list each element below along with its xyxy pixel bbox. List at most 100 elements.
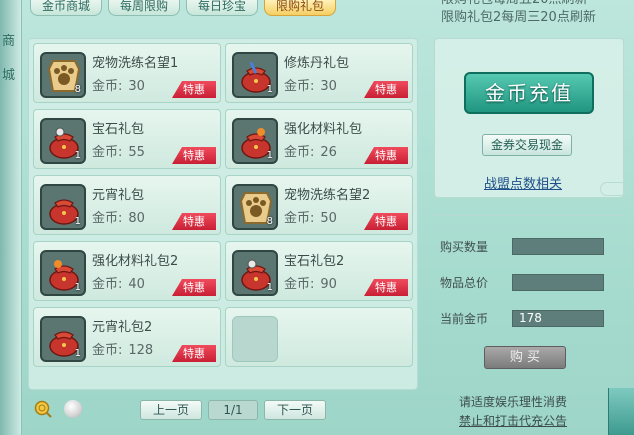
item-icon: 8 xyxy=(232,184,278,230)
side-char-2: 城 xyxy=(2,68,16,83)
item-card[interactable]: 8 宠物洗练名望1 金币: 30 特惠 xyxy=(33,43,221,103)
item-price: 金币: 128 xyxy=(92,339,153,358)
item-card[interactable]: 1 修炼丹礼包 金币: 30 特惠 xyxy=(225,43,413,103)
item-price: 金币: 90 xyxy=(284,273,337,292)
item-count: 1 xyxy=(266,84,273,95)
buy-quantity-field[interactable] xyxy=(512,238,604,255)
item-name: 宠物洗练名望1 xyxy=(92,56,179,71)
notice-line-2: 限购礼包2每周三20点刷新 xyxy=(441,10,596,25)
discount-tag: 特惠 xyxy=(172,345,216,362)
item-name: 宝石礼包2 xyxy=(284,254,345,269)
discount-tag: 特惠 xyxy=(364,147,408,164)
item-icon: 1 xyxy=(40,250,86,296)
corner-decoration xyxy=(608,388,634,435)
item-price: 金币: 30 xyxy=(92,75,145,94)
shop-tabs: 金币商城 每周限购 每日珍宝 限购礼包 xyxy=(30,0,336,16)
item-name: 修炼丹礼包 xyxy=(284,56,350,71)
refresh-notice: 限购礼包每周五20点刷新 限购礼包2每周三20点刷新 xyxy=(441,0,631,27)
tab-limited-packs[interactable]: 限购礼包 xyxy=(264,0,336,16)
alliance-points-link[interactable]: 战盟点数相关 xyxy=(484,173,562,192)
item-card[interactable]: 8 宠物洗练名望2 金币: 50 特惠 xyxy=(225,175,413,235)
item-count: 1 xyxy=(266,150,273,161)
item-price: 金币: 26 xyxy=(284,141,337,160)
total-price-label: 物品总价 xyxy=(440,276,489,290)
item-icon: 1 xyxy=(40,316,86,362)
price-label: 金币: xyxy=(284,211,315,226)
left-side-strip: 商 城 xyxy=(0,0,22,435)
item-icon: 1 xyxy=(40,184,86,230)
divider xyxy=(434,215,624,216)
item-card[interactable]: 1 宝石礼包2 金币: 90 特惠 xyxy=(225,241,413,301)
buy-button[interactable]: 购 买 xyxy=(484,346,566,369)
discount-tag: 特惠 xyxy=(172,213,216,230)
item-card[interactable]: 1 元宵礼包 金币: 80 特惠 xyxy=(33,175,221,235)
price-label: 金币: xyxy=(92,211,123,226)
coin-search-icon[interactable] xyxy=(34,400,52,418)
item-card[interactable]: 1 强化材料礼包2 金币: 40 特惠 xyxy=(33,241,221,301)
side-char-1: 商 xyxy=(2,34,16,49)
item-price: 金币: 50 xyxy=(284,207,337,226)
item-name: 元宵礼包 xyxy=(92,188,145,203)
item-price: 金币: 40 xyxy=(92,273,145,292)
tab-gold-mall[interactable]: 金币商城 xyxy=(30,0,102,16)
item-name: 元宵礼包2 xyxy=(92,320,153,335)
item-card[interactable]: 1 宝石礼包 金币: 55 特惠 xyxy=(33,109,221,169)
current-gold-field: 178 xyxy=(512,310,604,327)
empty-item-slot xyxy=(225,307,413,367)
price-value: 90 xyxy=(320,277,337,292)
pagination: 上一页 1/1 下一页 xyxy=(140,400,326,420)
price-value: 30 xyxy=(128,79,145,94)
total-price-field xyxy=(512,274,604,291)
price-value: 26 xyxy=(320,145,337,160)
price-value: 55 xyxy=(128,145,145,160)
notice-line-1: 限购礼包每周五20点刷新 xyxy=(441,0,631,9)
item-name: 宠物洗练名望2 xyxy=(284,188,371,203)
discount-tag: 特惠 xyxy=(364,81,408,98)
voucher-trade-button[interactable]: 金券交易现金 xyxy=(482,134,572,156)
discount-tag: 特惠 xyxy=(172,81,216,98)
item-grid: 8 宠物洗练名望1 金币: 30 特惠 1 修炼丹礼包 金币: 30 特惠 1 … xyxy=(28,38,418,390)
price-label: 金币: xyxy=(284,145,315,160)
tab-daily-treasure[interactable]: 每日珍宝 xyxy=(186,0,258,16)
price-value: 30 xyxy=(320,79,337,94)
item-count: 1 xyxy=(74,282,81,293)
item-icon: 8 xyxy=(40,52,86,98)
item-count: 1 xyxy=(266,282,273,293)
price-label: 金币: xyxy=(92,79,123,94)
recharge-button[interactable]: 金币充值 xyxy=(464,72,594,114)
item-count: 1 xyxy=(74,216,81,227)
tab-weekly-limit[interactable]: 每周限购 xyxy=(108,0,180,16)
item-icon: 1 xyxy=(232,118,278,164)
item-count: 1 xyxy=(74,348,81,359)
price-value: 128 xyxy=(128,343,154,358)
item-name: 强化材料礼包 xyxy=(284,122,363,137)
footer-notice: 请适度娱乐理性消费 禁止和打击代充公告 xyxy=(459,393,567,431)
item-price: 金币: 30 xyxy=(284,75,337,94)
price-label: 金币: xyxy=(92,343,123,358)
price-label: 金币: xyxy=(284,277,315,292)
item-name: 强化材料礼包2 xyxy=(92,254,179,269)
item-count: 1 xyxy=(74,150,81,161)
price-label: 金币: xyxy=(92,277,123,292)
prev-page-button[interactable]: 上一页 xyxy=(140,400,202,420)
item-icon: 1 xyxy=(232,52,278,98)
price-value: 80 xyxy=(128,211,145,226)
pearl-icon[interactable] xyxy=(64,400,82,418)
next-page-button[interactable]: 下一页 xyxy=(264,400,326,420)
item-card[interactable]: 1 强化材料礼包 金币: 26 特惠 xyxy=(225,109,413,169)
item-count: 8 xyxy=(266,216,273,227)
current-gold-label: 当前金币 xyxy=(440,312,489,326)
footer-line-1: 请适度娱乐理性消费 xyxy=(459,395,568,409)
anti-recharge-announcement-link[interactable]: 禁止和打击代充公告 xyxy=(459,412,567,431)
item-name: 宝石礼包 xyxy=(92,122,145,137)
item-card[interactable]: 1 元宵礼包2 金币: 128 特惠 xyxy=(33,307,221,367)
empty-icon-box xyxy=(232,316,278,362)
shop-window: 商 城 金币商城 每周限购 每日珍宝 限购礼包 限购礼包每周五20点刷新 限购礼… xyxy=(0,0,634,435)
item-count: 8 xyxy=(74,84,81,95)
discount-tag: 特惠 xyxy=(364,279,408,296)
discount-tag: 特惠 xyxy=(172,147,216,164)
price-value: 50 xyxy=(320,211,337,226)
price-label: 金币: xyxy=(284,79,315,94)
item-icon: 1 xyxy=(232,250,278,296)
price-value: 40 xyxy=(128,277,145,292)
